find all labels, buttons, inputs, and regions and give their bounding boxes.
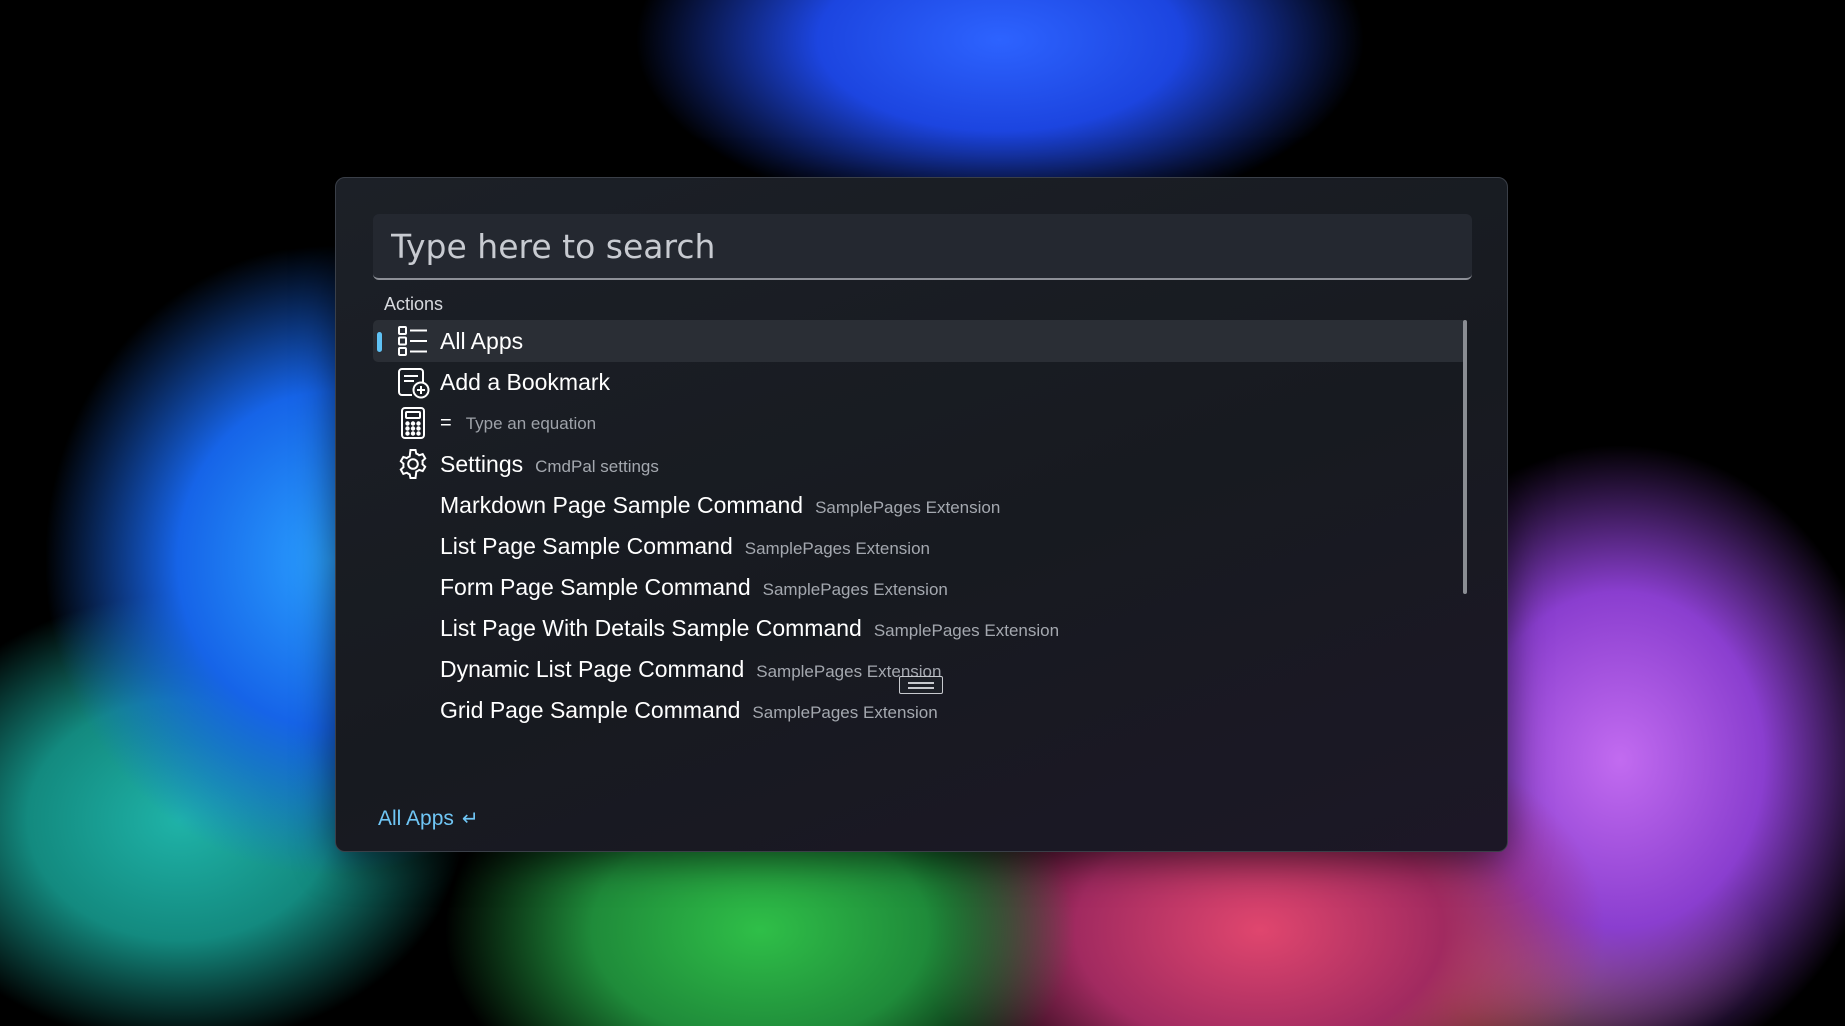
list-item-title: Dynamic List Page Command xyxy=(440,655,745,682)
equals-sign: = xyxy=(440,411,452,434)
primary-action[interactable]: All Apps ↵ xyxy=(378,806,479,831)
list-item-subtitle: SamplePages Extension xyxy=(873,620,1060,640)
list-item-title: All Apps xyxy=(440,327,524,354)
search-input[interactable] xyxy=(389,225,1472,267)
settings-row: Settings CmdPal settings xyxy=(440,451,659,478)
item-row: List Page With Details Sample Command Sa… xyxy=(440,615,1059,642)
list-item-title: Add a Bookmark xyxy=(440,368,611,395)
list-item-title: List Page Sample Command xyxy=(440,532,733,559)
gear-icon xyxy=(395,447,431,481)
scrollbar[interactable] xyxy=(1463,320,1467,594)
section-title: Actions xyxy=(384,294,444,314)
command-palette: Actions All Apps xyxy=(335,177,1508,852)
list-item-form-page[interactable]: Form Page Sample Command SamplePages Ext… xyxy=(373,566,1467,608)
list-item-subtitle: CmdPal settings xyxy=(535,456,659,476)
list-item-subtitle: SamplePages Extension xyxy=(752,702,938,722)
list-item-title: Grid Page Sample Command xyxy=(440,696,741,723)
list-item-subtitle: SamplePages Extension xyxy=(744,538,930,558)
item-row: List Page Sample Command SamplePages Ext… xyxy=(440,533,930,560)
list-item-all-apps[interactable]: All Apps xyxy=(373,320,1467,362)
list-item-title: Form Page Sample Command xyxy=(440,573,751,600)
item-row: Dynamic List Page Command SamplePages Ex… xyxy=(440,656,941,683)
enter-key-icon: ↵ xyxy=(461,808,479,830)
item-row: Grid Page Sample Command SamplePages Ext… xyxy=(440,697,938,724)
list-item-subtitle: SamplePages Extension xyxy=(762,579,948,599)
search-box[interactable] xyxy=(373,214,1472,280)
list-item-title: Markdown Page Sample Command xyxy=(440,491,804,518)
list-item-title: List Page With Details Sample Command xyxy=(440,614,862,641)
drag-cursor-icon xyxy=(899,676,943,694)
equation-input[interactable]: Type an equation xyxy=(466,414,596,434)
results-list: All Apps Add a Bookmark = Type an equati… xyxy=(373,320,1467,788)
bookmark-add-icon xyxy=(395,365,431,399)
calculator-icon xyxy=(395,406,431,440)
equation-row: = Type an equation xyxy=(440,412,596,435)
list-item-settings[interactable]: Settings CmdPal settings xyxy=(373,443,1467,485)
list-item-markdown-page[interactable]: Markdown Page Sample Command SamplePages… xyxy=(373,484,1467,526)
list-item-list-page-details[interactable]: List Page With Details Sample Command Sa… xyxy=(373,607,1467,649)
list-item-list-page[interactable]: List Page Sample Command SamplePages Ext… xyxy=(373,525,1467,567)
list-icon xyxy=(395,324,431,358)
list-item-title: Settings xyxy=(440,450,524,477)
list-item-subtitle: SamplePages Extension xyxy=(815,497,1001,517)
list-item-grid-page[interactable]: Grid Page Sample Command SamplePages Ext… xyxy=(373,689,1467,731)
selection-indicator xyxy=(377,332,382,352)
list-item-add-bookmark[interactable]: Add a Bookmark xyxy=(373,361,1467,403)
primary-action-label: All Apps xyxy=(378,806,454,830)
list-item-calculator[interactable]: = Type an equation xyxy=(373,402,1467,444)
item-row: Form Page Sample Command SamplePages Ext… xyxy=(440,574,948,601)
item-row: Markdown Page Sample Command SamplePages… xyxy=(440,492,1000,519)
